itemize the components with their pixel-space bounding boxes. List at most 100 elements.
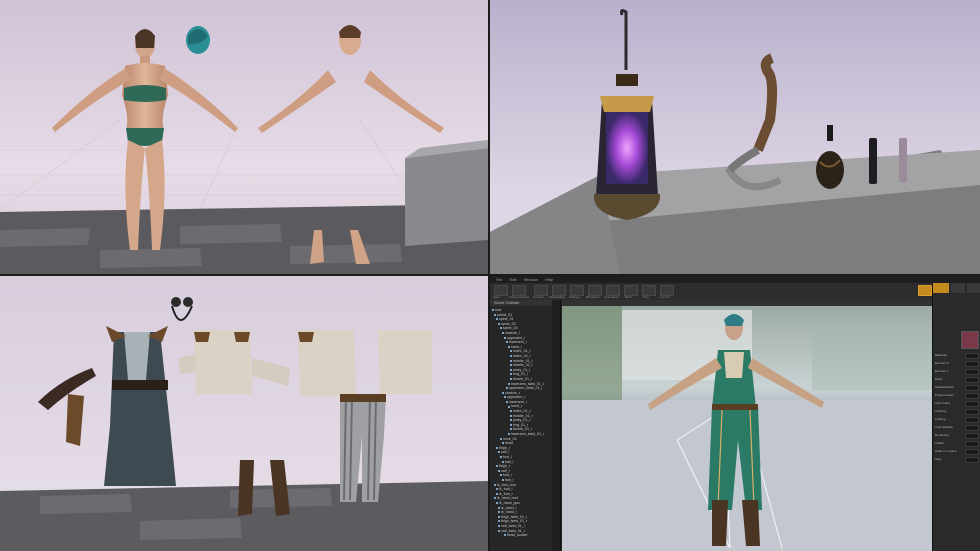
menu-window[interactable]: Window <box>524 277 538 282</box>
details-property-label: Visible <box>935 441 944 445</box>
tree-item-label: spine_03 <box>503 326 518 331</box>
bone-icon <box>498 515 500 518</box>
bone-icon <box>506 387 508 390</box>
details-property-label: Cast Shadow <box>935 425 953 429</box>
build-label: Build <box>625 295 632 299</box>
tree-item-label: calf_twist_01_l <box>501 523 525 528</box>
bone-icon <box>506 400 508 403</box>
tree-item-label: hand_l <box>511 344 522 349</box>
tree-item-label: lowerarm_l <box>509 340 527 345</box>
details-property-label: Lighting <box>935 417 946 421</box>
tree-item-label: middle_02_l <box>513 363 533 368</box>
tree-item-label: calf_r <box>501 468 510 473</box>
menu-edit[interactable]: Edit <box>510 277 517 282</box>
details-property-field[interactable] <box>965 417 979 423</box>
vest-plain-model <box>378 330 432 394</box>
tree-item-label: thumb_01_l <box>513 376 532 381</box>
marketplace-label: Marketplace <box>549 295 566 299</box>
bone-icon <box>508 345 510 348</box>
tree-item-label: thigh_twist_01_r <box>501 519 528 524</box>
bone-icon <box>508 382 510 385</box>
tree-item-label: ring_01_r <box>513 422 529 427</box>
details-property-field[interactable] <box>965 425 979 431</box>
tree-item-label: index_01_l <box>513 349 531 354</box>
tree-item-label: foot_r <box>503 473 513 478</box>
bone-icon <box>510 350 512 353</box>
bone-icon <box>498 451 500 454</box>
bone-icon <box>510 354 512 357</box>
details-tab[interactable] <box>951 283 965 293</box>
bone-icon <box>494 497 496 500</box>
outliner-title: World Outliner <box>490 300 560 306</box>
details-property-field[interactable] <box>965 393 979 399</box>
tree-item-label: ball_r <box>505 477 514 482</box>
world-outliner: World Outliner root pelvis_01 spine_01 spin… <box>490 300 561 551</box>
viewport-toolbar[interactable] <box>562 300 932 306</box>
tree-item-label: clavicle_r <box>505 390 520 395</box>
bone-icon <box>510 410 512 413</box>
tree-item-label: ik_foot_root <box>497 482 516 487</box>
details-property-field[interactable] <box>965 449 979 455</box>
details-property-field[interactable] <box>965 433 979 439</box>
active-mode-button[interactable] <box>918 285 932 296</box>
details-property-field[interactable] <box>965 369 979 375</box>
tree-item-label: lowerarm_twist_01_r <box>511 432 545 437</box>
bone-icon <box>496 446 498 449</box>
bone-icon <box>496 488 498 491</box>
material-thumbnail-icon[interactable] <box>961 331 979 349</box>
tree-item-label: index_01_r <box>513 409 531 414</box>
details-tab-active[interactable] <box>933 283 949 293</box>
panel-props <box>490 0 980 274</box>
details-property-field[interactable] <box>965 353 979 359</box>
play-label: Play <box>643 295 649 299</box>
bone-icon <box>492 309 494 312</box>
vial-dark-prop <box>869 138 877 184</box>
bone-icon <box>510 373 512 376</box>
bone-icon <box>494 483 496 486</box>
vest-shoulder-icon <box>298 332 314 342</box>
details-property-field[interactable] <box>965 409 979 415</box>
bone-icon <box>502 460 504 463</box>
bone-icon <box>508 405 510 408</box>
level-viewport[interactable] <box>562 300 932 551</box>
source-control-label: Source Control <box>509 295 530 299</box>
bone-icon <box>510 377 512 380</box>
tree-item-label: upperarm_l <box>507 335 526 340</box>
details-property-label: Skeletal Mesh <box>935 385 954 389</box>
bone-icon <box>496 501 498 504</box>
bone-icon <box>498 506 500 509</box>
bone-icon <box>502 442 504 445</box>
bone-icon <box>498 511 500 514</box>
details-property-field[interactable] <box>965 441 979 447</box>
bone-icon <box>510 414 512 417</box>
details-property-field[interactable] <box>965 401 979 407</box>
hair-cap-icon <box>186 26 210 54</box>
details-property-field[interactable] <box>965 377 979 383</box>
left-boot-model <box>238 460 254 516</box>
details-property-field[interactable] <box>965 385 979 391</box>
details-tab-2[interactable] <box>967 283 980 293</box>
striped-pants-model <box>340 394 386 502</box>
main-toolbar: Save Source Control Content Marketplace … <box>490 283 980 301</box>
menu-file[interactable]: File <box>496 277 502 282</box>
tree-item-label: ik_hand_root <box>497 496 518 501</box>
props-scene <box>490 0 980 274</box>
content-label: Content <box>533 295 544 299</box>
tree-item-label: lowerarm_r <box>509 399 527 404</box>
tree-item-label: ik_foot_l <box>499 487 513 492</box>
bone-icon <box>502 332 504 335</box>
bone-icon <box>494 313 496 316</box>
tree-item-label: spine_02 <box>501 321 516 326</box>
outliner-tree-item[interactable]: head_socket <box>490 533 560 538</box>
tree-item-label: calf_twist_01_r <box>501 528 525 533</box>
cinematics-label: Cinematics <box>604 295 619 299</box>
tree-item-label: spine_01 <box>499 317 514 322</box>
outliner-scrollbar[interactable] <box>552 300 560 551</box>
details-property-field[interactable] <box>965 361 979 367</box>
details-property-field[interactable] <box>965 457 979 463</box>
details-property-label: Tags <box>935 457 942 461</box>
tree-item-label: root <box>495 308 502 312</box>
menu-help[interactable]: Help <box>545 277 553 282</box>
clothing-scene <box>0 276 488 551</box>
viewport-scene <box>562 300 932 551</box>
